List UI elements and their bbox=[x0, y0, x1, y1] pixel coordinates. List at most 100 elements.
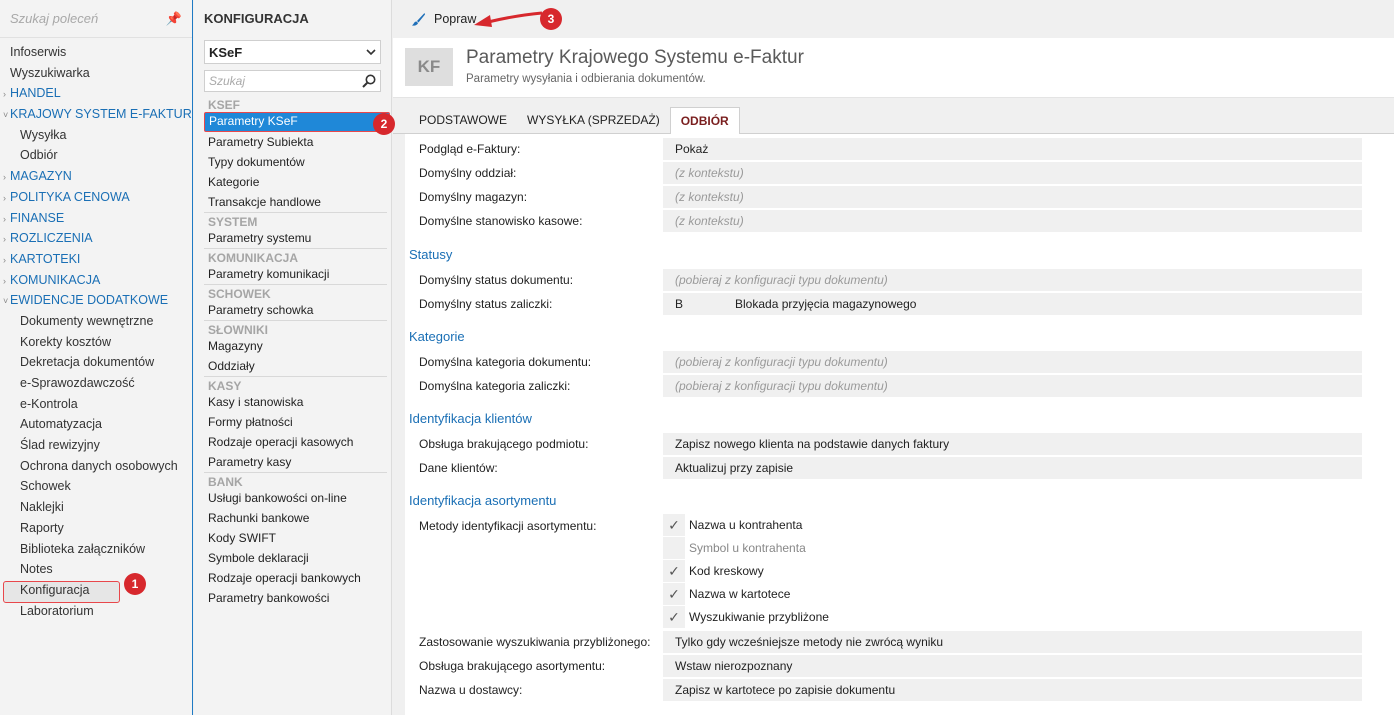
field-label: Domyślny magazyn: bbox=[419, 190, 528, 204]
config-item-parametry-ksef[interactable]: Parametry KSeF bbox=[204, 112, 390, 132]
nav-item-odbior[interactable]: Odbiór bbox=[0, 145, 192, 166]
field-label: Domyślne stanowisko kasowe: bbox=[419, 214, 583, 228]
config-group-schowek: SCHOWEK bbox=[204, 284, 387, 301]
pin-icon[interactable]: 📌 bbox=[166, 11, 182, 27]
config-list: KSEF Parametry KSeF Parametry Subiekta Typy… bbox=[194, 96, 391, 608]
nav-item-e-sprawozdawczosc[interactable]: e-Sprawozdawczość bbox=[0, 373, 192, 394]
field-label: Dane klientów: bbox=[419, 461, 498, 475]
wyszukiwanie-przyblizone-field[interactable]: Tylko gdy wcześniejsze metody nie zwrócą… bbox=[663, 631, 1362, 653]
nav-item-komunikacja[interactable]: › KOMUNIKACJA bbox=[0, 270, 192, 291]
nav-item-handel[interactable]: › HANDEL bbox=[0, 83, 192, 104]
kategoria-dokumentu-field[interactable]: (pobieraj z konfiguracji typu dokumentu) bbox=[663, 351, 1362, 373]
checkmark-icon[interactable]: ✓ bbox=[663, 606, 685, 628]
nav-item-notes[interactable]: Notes bbox=[0, 559, 192, 580]
nav-item-dokumenty-wewnetrzne[interactable]: Dokumenty wewnętrzne bbox=[0, 311, 192, 332]
status-name: Blokada przyjęcia magazynowego bbox=[735, 297, 917, 311]
kategoria-zaliczki-field[interactable]: (pobieraj z konfiguracji typu dokumentu) bbox=[663, 375, 1362, 397]
config-module-select[interactable]: KSeF bbox=[204, 40, 381, 64]
config-item-transakcje-handlowe[interactable]: Transakcje handlowe bbox=[204, 192, 391, 212]
field-label: Domyślny status dokumentu: bbox=[419, 273, 574, 287]
nav-item-wysylka[interactable]: Wysyłka bbox=[0, 125, 192, 146]
tab-wysylka-sprzedaz[interactable]: WYSYŁKA (SPRZEDAŻ) bbox=[517, 107, 670, 134]
tab-podstawowe[interactable]: PODSTAWOWE bbox=[409, 107, 517, 134]
nav-item-wyszukiwarka[interactable]: Wyszukiwarka bbox=[0, 63, 192, 84]
chevron-right-icon: › bbox=[3, 89, 6, 100]
config-item-oddzialy[interactable]: Oddziały bbox=[204, 356, 391, 376]
config-item-uslugi-bankowosci-on-line[interactable]: Usługi bankowości on-line bbox=[204, 488, 391, 508]
config-item-parametry-schowka[interactable]: Parametry schowka bbox=[204, 300, 391, 320]
checkbox-nazwa-u-kontrahenta[interactable]: ✓ Nazwa u kontrahenta bbox=[663, 514, 843, 536]
checkmark-icon[interactable]: ✓ bbox=[663, 514, 685, 536]
tab-odbior[interactable]: ODBIÓR bbox=[669, 107, 740, 134]
nav-item-polityka-cenowa[interactable]: › POLITYKA CENOWA bbox=[0, 187, 192, 208]
nav-item-dekretacja-dokumentow[interactable]: Dekretacja dokumentów bbox=[0, 352, 192, 373]
edit-button[interactable]: Popraw bbox=[411, 12, 476, 27]
config-item-parametry-subiekta[interactable]: Parametry Subiekta bbox=[204, 132, 391, 152]
config-item-rachunki-bankowe[interactable]: Rachunki bankowe bbox=[204, 508, 391, 528]
nav-item-e-kontrola[interactable]: e-Kontrola bbox=[0, 394, 192, 415]
command-search-input[interactable]: Szukaj poleceń bbox=[10, 11, 166, 26]
checkbox-nazwa-w-kartotece[interactable]: ✓ Nazwa w kartotece bbox=[663, 583, 843, 605]
checkbox-empty-icon[interactable] bbox=[663, 537, 685, 559]
nav-item-konfiguracja[interactable]: Konfiguracja bbox=[0, 580, 192, 603]
row-kategoria-dokumentu: Domyślna kategoria dokumentu: (pobieraj … bbox=[415, 351, 1362, 373]
section-statusy: Statusy bbox=[409, 247, 453, 262]
config-item-parametry-bankowosci[interactable]: Parametry bankowości bbox=[204, 588, 391, 608]
nav-item-kartoteki[interactable]: › KARTOTEKI bbox=[0, 249, 192, 270]
config-item-kasy-i-stanowiska[interactable]: Kasy i stanowiska bbox=[204, 392, 391, 412]
nazwa-u-dostawcy-field[interactable]: Zapisz w kartotece po zapisie dokumentu bbox=[663, 679, 1362, 701]
checkmark-icon[interactable]: ✓ bbox=[663, 560, 685, 582]
nav-item-finanse[interactable]: › FINANSE bbox=[0, 208, 192, 229]
brakujacy-podmiot-field[interactable]: Zapisz nowego klienta na podstawie danyc… bbox=[663, 433, 1362, 455]
config-item-magazyny[interactable]: Magazyny bbox=[204, 336, 391, 356]
nav-item-label: Raporty bbox=[20, 520, 64, 535]
nav-item-ochrona-danych-osobowych[interactable]: Ochrona danych osobowych bbox=[0, 456, 192, 477]
nav-item-naklejki[interactable]: Naklejki bbox=[0, 497, 192, 518]
config-search-input[interactable]: Szukaj bbox=[209, 74, 362, 88]
nav-item-krajowy-system-e-faktur[interactable]: ˅ KRAJOWY SYSTEM E-FAKTUR bbox=[0, 104, 192, 125]
status-zaliczki-field[interactable]: B Blokada przyjęcia magazynowego bbox=[663, 293, 1362, 315]
config-search[interactable]: Szukaj bbox=[204, 70, 381, 92]
config-item-kody-swift[interactable]: Kody SWIFT bbox=[204, 528, 391, 548]
form-content: Podgląd e-Faktury: Pokaż Domyślny oddział:… bbox=[405, 134, 1394, 715]
nav-item-ewidencje-dodatkowe[interactable]: ˅ EWIDENCJE DODATKOWE bbox=[0, 290, 192, 311]
domyslne-stanowisko-kasowe-field[interactable]: (z kontekstu) bbox=[663, 210, 1362, 232]
checkmark-icon[interactable]: ✓ bbox=[663, 583, 685, 605]
config-item-rodzaje-operacji-kasowych[interactable]: Rodzaje operacji kasowych bbox=[204, 432, 391, 452]
config-item-typy-dokumentow[interactable]: Typy dokumentów bbox=[204, 152, 391, 172]
dane-klientow-field[interactable]: Aktualizuj przy zapisie bbox=[663, 457, 1362, 479]
nav-item-biblioteka-zalacznikow[interactable]: Biblioteka załączników bbox=[0, 539, 192, 560]
nav-item-laboratorium[interactable]: Laboratorium bbox=[0, 601, 192, 622]
nav-item-infoserwis[interactable]: Infoserwis bbox=[0, 42, 192, 63]
podglad-e-faktury-field[interactable]: Pokaż bbox=[663, 138, 1362, 160]
config-module-value: KSeF bbox=[209, 44, 243, 60]
domyslny-oddzial-field[interactable]: (z kontekstu) bbox=[663, 162, 1362, 184]
domyslny-magazyn-field[interactable]: (z kontekstu) bbox=[663, 186, 1362, 208]
config-item-kategorie[interactable]: Kategorie bbox=[204, 172, 391, 192]
nav-item-rozliczenia[interactable]: › ROZLICZENIA bbox=[0, 228, 192, 249]
checkbox-kod-kreskowy[interactable]: ✓ Kod kreskowy bbox=[663, 560, 843, 582]
checkbox-symbol-u-kontrahenta[interactable]: Symbol u kontrahenta bbox=[663, 537, 843, 559]
nav-item-label: Automatyzacja bbox=[20, 417, 102, 432]
search-icon[interactable] bbox=[362, 74, 376, 88]
config-item-parametry-systemu[interactable]: Parametry systemu bbox=[204, 228, 391, 248]
field-label: Obsługa brakującego asortymentu: bbox=[419, 659, 606, 673]
brakujacy-asortyment-field[interactable]: Wstaw nierozpoznany bbox=[663, 655, 1362, 677]
config-item-parametry-komunikacji[interactable]: Parametry komunikacji bbox=[204, 264, 391, 284]
marker-2: 2 bbox=[373, 113, 395, 135]
chevron-right-icon: › bbox=[3, 213, 6, 224]
command-search[interactable]: Szukaj poleceń 📌 bbox=[0, 0, 192, 38]
nav-item-magazyn[interactable]: › MAGAZYN bbox=[0, 166, 192, 187]
nav-item-automatyzacja[interactable]: Automatyzacja bbox=[0, 414, 192, 435]
nav-item-label: Laboratorium bbox=[20, 603, 94, 618]
nav-item-raporty[interactable]: Raporty bbox=[0, 518, 192, 539]
nav-item-schowek[interactable]: Schowek bbox=[0, 476, 192, 497]
status-dokumentu-field[interactable]: (pobieraj z konfiguracji typu dokumentu) bbox=[663, 269, 1362, 291]
config-item-parametry-kasy[interactable]: Parametry kasy bbox=[204, 452, 391, 472]
config-item-rodzaje-operacji-bankowych[interactable]: Rodzaje operacji bankowych bbox=[204, 568, 391, 588]
nav-item-slad-rewizyjny[interactable]: Ślad rewizyjny bbox=[0, 435, 192, 456]
nav-item-korekty-kosztow[interactable]: Korekty kosztów bbox=[0, 332, 192, 353]
config-item-symbole-deklaracji[interactable]: Symbole deklaracji bbox=[204, 548, 391, 568]
checkbox-wyszukiwanie-przyblizone[interactable]: ✓ Wyszukiwanie przybliżone bbox=[663, 606, 843, 628]
config-item-formy-platnosci[interactable]: Formy płatności bbox=[204, 412, 391, 432]
